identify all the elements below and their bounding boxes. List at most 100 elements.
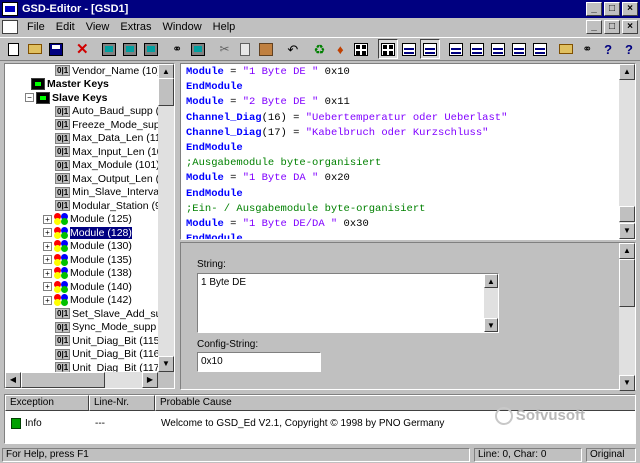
string-field[interactable]: 1 Byte DE ▲ ▼ (197, 273, 499, 333)
open-button[interactable] (25, 39, 45, 59)
tree-item[interactable]: 0|1Freeze_Mode_supp (7 (5, 118, 161, 132)
view-button-2[interactable] (399, 39, 419, 59)
tree-vertical-scrollbar[interactable]: ▲ ▼ (158, 64, 174, 372)
code-line[interactable]: EndModule (186, 141, 617, 156)
panel-scroll-thumb[interactable] (619, 259, 635, 307)
undo-button[interactable]: ↶ (283, 39, 303, 59)
view-button-1[interactable] (377, 39, 398, 59)
scroll-thumb[interactable] (158, 78, 174, 106)
help-button[interactable]: ? (619, 39, 639, 59)
menu-file[interactable]: File (22, 21, 51, 33)
layout-button-5[interactable] (530, 39, 550, 59)
menu-view[interactable]: View (81, 21, 116, 33)
view-button-3[interactable] (419, 39, 440, 59)
code-line[interactable]: ;Ausgabemodule byte-organisiert (186, 156, 617, 171)
tree-item[interactable]: − Slave Keys (5, 91, 161, 105)
doc-close-button[interactable]: × (622, 20, 638, 34)
code-line[interactable]: EndModule (186, 232, 617, 239)
editor-scroll-thumb[interactable] (619, 206, 635, 222)
tree-expander[interactable]: + (43, 282, 52, 292)
panel-scroll-up[interactable]: ▲ (619, 243, 635, 259)
editor-vertical-scrollbar[interactable]: ▲ ▼ (619, 64, 635, 239)
tree-item[interactable]: + Module (128) (5, 226, 161, 240)
tree-item[interactable]: + Module (130) (5, 240, 161, 254)
string-scroll-down[interactable]: ▼ (484, 318, 498, 332)
layout-button-4[interactable] (509, 39, 529, 59)
tree-item[interactable]: 0|1 Unit_Diag_Bit (115) (5, 334, 161, 348)
save-button[interactable] (46, 39, 66, 59)
menu-extras[interactable]: Extras (115, 21, 157, 33)
tree-item[interactable]: + Module (142) (5, 294, 161, 308)
tree-horizontal-scrollbar[interactable]: ◀ ▶ (5, 372, 158, 388)
editor-scroll-down[interactable]: ▼ (619, 223, 635, 239)
delete-button[interactable]: ✕ (72, 39, 92, 59)
scroll-right-button[interactable]: ▶ (142, 372, 158, 388)
editor-scroll-up[interactable]: ▲ (619, 64, 635, 80)
image-button-2[interactable] (120, 39, 140, 59)
tree-item[interactable]: 0|1Sync_Mode_supp (79 (5, 321, 161, 335)
tree-item[interactable]: + Module (125) (5, 213, 161, 227)
image-button-1[interactable] (99, 39, 119, 59)
tree-item[interactable]: 0|1 Max_Data_Len (110) (5, 132, 161, 146)
image-button-3[interactable] (141, 39, 161, 59)
tree-expander[interactable]: + (43, 214, 52, 224)
cut-button[interactable]: ✂ (215, 39, 235, 59)
config-string-field[interactable]: 0x10 (197, 352, 321, 372)
code-line[interactable]: Channel_Diag(16) = "Uebertemperatur oder… (186, 111, 617, 126)
layout-button-2[interactable] (467, 39, 487, 59)
tree-expander[interactable]: + (43, 295, 52, 305)
menu-window[interactable]: Window (158, 21, 208, 33)
string-scroll-up[interactable]: ▲ (484, 274, 498, 288)
scroll-left-button[interactable]: ◀ (5, 372, 21, 388)
paint-button[interactable]: ♦ (330, 39, 350, 59)
tree-item[interactable]: + Module (140) (5, 280, 161, 294)
app-icon[interactable] (2, 2, 18, 16)
doc-minimize-button[interactable]: _ (586, 20, 602, 34)
code-editor[interactable]: Module = "1 Byte DE " 0x10 EndModule Modul… (180, 63, 636, 240)
code-line[interactable]: Channel_Diag(17) = "Kabelbruch oder Kurz… (186, 126, 617, 141)
find-button[interactable]: ⚭ (167, 39, 187, 59)
help-book-button[interactable] (556, 39, 576, 59)
tree-item[interactable]: 0|1 Max_Module (101) (5, 159, 161, 173)
context-help-button[interactable]: ? (598, 39, 618, 59)
string-scrollbar[interactable]: ▲ ▼ (484, 274, 498, 332)
tree-item[interactable]: 0|1Auto_Baud_supp (81) (5, 105, 161, 119)
recycle-button[interactable]: ♻ (310, 39, 330, 59)
code-line[interactable]: EndModule (186, 80, 617, 95)
tree-item[interactable]: Master Keys (5, 78, 161, 92)
menu-help[interactable]: Help (208, 21, 242, 33)
code-line[interactable]: Module = "1 Byte DE " 0x10 (186, 65, 617, 80)
code-line[interactable]: ;Ein- / Ausgabemodule byte-organisiert (186, 202, 617, 217)
layout-button-1[interactable] (446, 39, 466, 59)
tree-item[interactable]: + Module (135) (5, 253, 161, 267)
tree-expander[interactable]: + (43, 268, 52, 278)
code-line[interactable]: Module = "1 Byte DE/DA " 0x30 (186, 217, 617, 232)
menu-edit[interactable]: Edit (51, 21, 81, 33)
tree-item[interactable]: 0|1 Unit_Diag_Bit (116) (5, 348, 161, 362)
maximize-button[interactable]: □ (604, 2, 620, 16)
document-icon[interactable] (2, 20, 18, 34)
search-help-button[interactable]: ⚭ (577, 39, 597, 59)
tree-item[interactable]: 0|1 Modular_Station (96) (5, 199, 161, 213)
copy-button[interactable] (236, 39, 256, 59)
tree-item[interactable]: 0|1Min_Slave_Intervall (9 (5, 186, 161, 200)
panel-vertical-scrollbar[interactable]: ▲ ▼ (619, 243, 635, 391)
tree-expander[interactable]: + (43, 241, 52, 251)
tree-item[interactable]: 0|1 Vendor_Name (10) (5, 64, 161, 78)
layout-button-3[interactable] (488, 39, 508, 59)
code-line[interactable]: Module = "1 Byte DA " 0x20 (186, 171, 617, 186)
minimize-button[interactable]: _ (586, 2, 602, 16)
scroll-down-button[interactable]: ▼ (158, 356, 174, 372)
tree-expander[interactable]: + (43, 228, 52, 238)
code-line[interactable]: Module = "2 Byte DE " 0x11 (186, 95, 617, 110)
tree-item[interactable]: 0|1Max_Output_Len (107 (5, 172, 161, 186)
new-button[interactable] (4, 39, 24, 59)
panel-scroll-down[interactable]: ▼ (619, 375, 635, 391)
close-button[interactable]: × (622, 2, 638, 16)
paste-button[interactable] (256, 39, 276, 59)
find-next-button[interactable] (188, 39, 208, 59)
tree-view[interactable]: 0|1 Vendor_Name (10) Master Keys − Slave Key… (4, 63, 175, 389)
doc-restore-button[interactable]: □ (604, 20, 620, 34)
code-line[interactable]: EndModule (186, 187, 617, 202)
tree-expander[interactable]: + (43, 255, 52, 265)
